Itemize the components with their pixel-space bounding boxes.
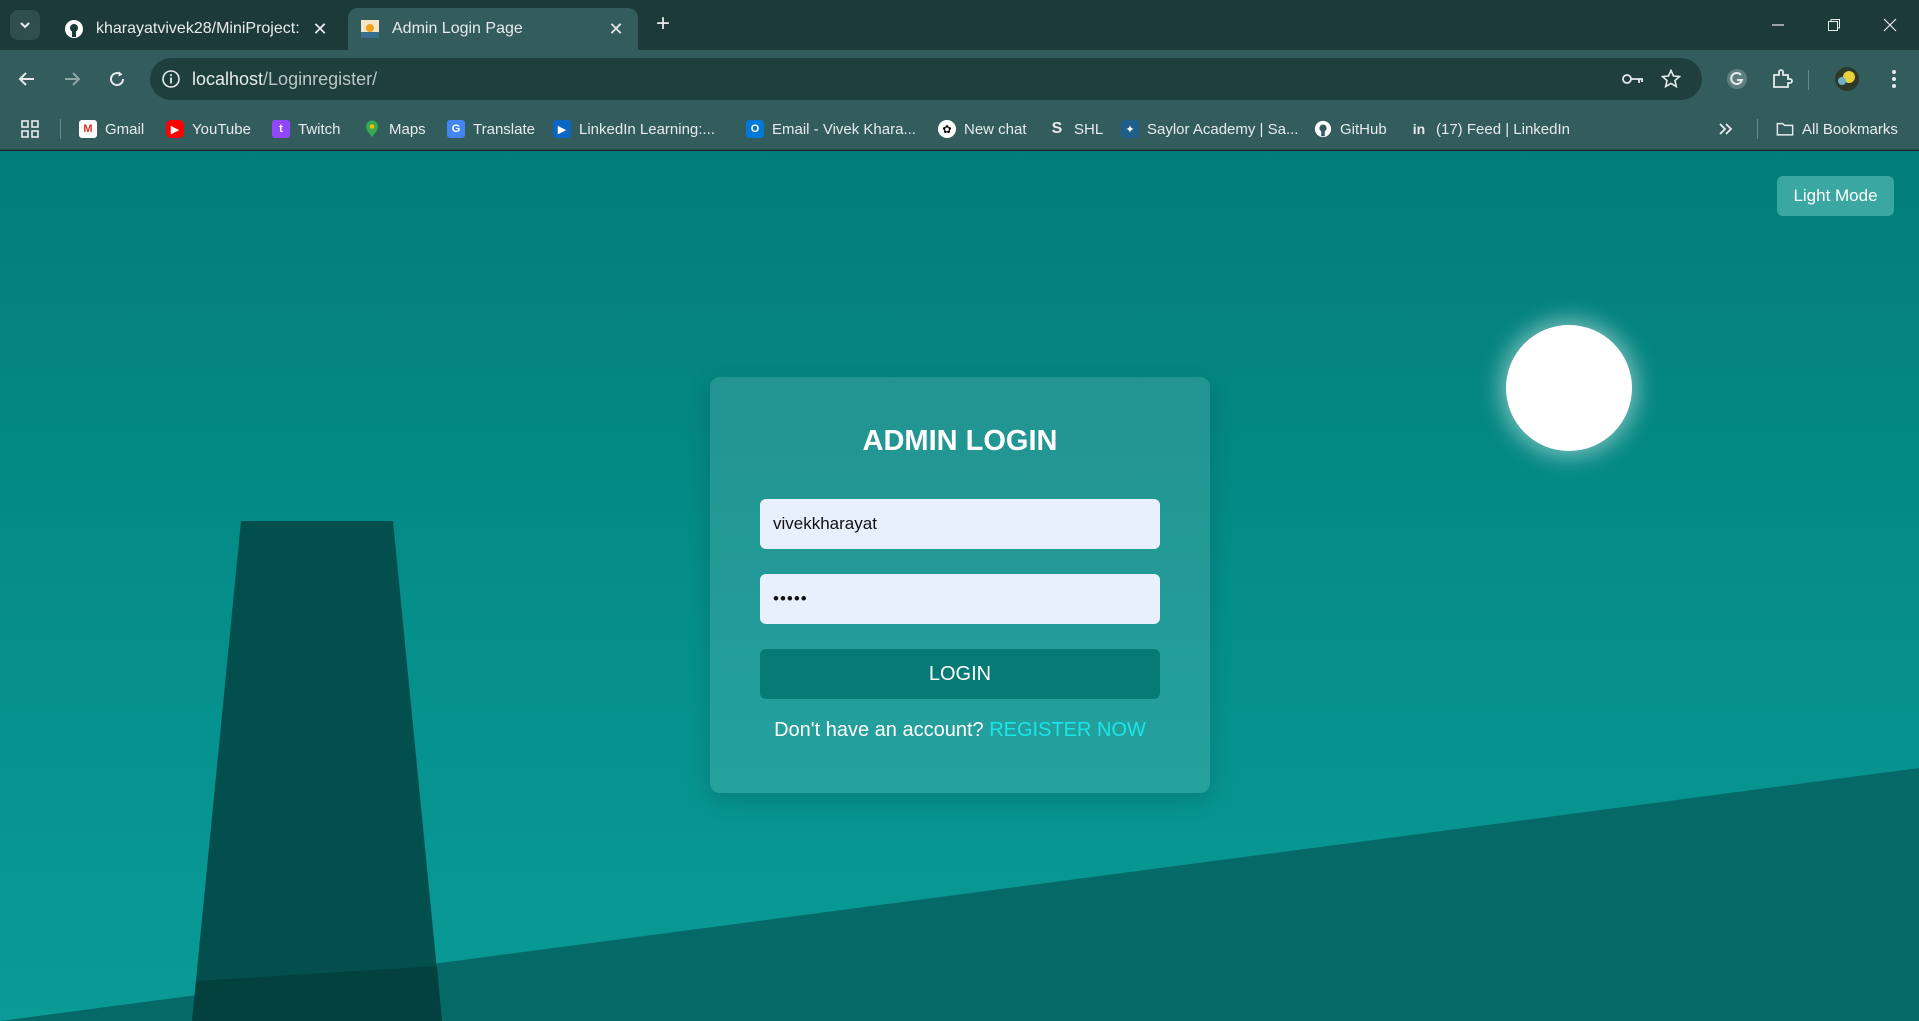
- tab-title: kharayatvivek28/MiniProject: M: [96, 20, 302, 37]
- address-bar[interactable]: localhost/Loginregister/: [150, 58, 1702, 100]
- grammarly-extension-icon[interactable]: [1722, 64, 1752, 94]
- bookmark-label: SHL: [1074, 120, 1104, 138]
- bookmarks-divider: [1757, 119, 1758, 139]
- bookmark-label: Email - Vivek Khara...: [772, 120, 916, 138]
- restore-button[interactable]: [1814, 10, 1854, 40]
- toolbar-divider: [1808, 70, 1809, 90]
- url-path: /Loginregister/: [263, 68, 378, 89]
- all-bookmarks-button[interactable]: All Bookmarks: [1776, 108, 1898, 150]
- url-text: localhost/Loginregister/: [192, 69, 377, 90]
- profile-avatar[interactable]: [1832, 64, 1862, 94]
- close-icon: [1883, 18, 1897, 32]
- restore-icon: [1828, 19, 1840, 31]
- linkedin-icon: in: [1412, 121, 1426, 137]
- github-icon: [1314, 120, 1332, 138]
- youtube-icon: ▶: [166, 120, 184, 138]
- minimize-button[interactable]: [1758, 10, 1798, 40]
- chevron-down-icon: [20, 22, 30, 29]
- close-icon[interactable]: ✕: [310, 19, 330, 39]
- reload-icon: [110, 71, 125, 87]
- bookmarks-bar: M Gmail ▶ YouTube t Twitch Maps G Transl…: [0, 108, 1919, 150]
- bookmark-maps[interactable]: Maps: [363, 108, 426, 150]
- bookmark-translate[interactable]: G Translate: [447, 108, 535, 150]
- linkedin-learning-icon: ▶: [553, 120, 571, 138]
- bookmarks-divider: [60, 119, 61, 139]
- bookmark-label: Twitch: [298, 120, 341, 138]
- folder-icon: [1776, 120, 1794, 138]
- bookmark-linkedin-learning[interactable]: ▶ LinkedIn Learning:...: [553, 108, 715, 150]
- chatgpt-icon: ✿: [938, 120, 956, 138]
- gmail-icon: M: [79, 120, 97, 138]
- shl-icon: S: [1051, 120, 1063, 137]
- username-input[interactable]: vivekkharayat: [760, 499, 1160, 549]
- password-input[interactable]: •••••: [760, 574, 1160, 624]
- register-now-link[interactable]: REGISTER NOW: [989, 719, 1146, 741]
- back-button[interactable]: [12, 64, 42, 94]
- reload-button[interactable]: [102, 64, 132, 94]
- tab-admin-login[interactable]: Admin Login Page ✕: [348, 8, 638, 50]
- saylor-icon: ✦: [1121, 120, 1139, 138]
- more-bookmarks-icon[interactable]: [1718, 108, 1734, 150]
- all-bookmarks-label: All Bookmarks: [1802, 120, 1898, 138]
- new-tab-button[interactable]: +: [650, 12, 676, 38]
- bookmark-youtube[interactable]: ▶ YouTube: [166, 108, 251, 150]
- bookmark-gmail[interactable]: M Gmail: [79, 108, 144, 150]
- bookmark-label: YouTube: [192, 120, 251, 138]
- bookmark-new-chat[interactable]: ✿ New chat: [938, 108, 1027, 150]
- bookmark-label: Gmail: [105, 120, 145, 138]
- bookmark-star-icon[interactable]: [1658, 66, 1684, 92]
- url-host: localhost: [192, 68, 264, 89]
- moon-decoration: [1506, 325, 1632, 451]
- bookmark-label: GitHub: [1340, 120, 1387, 138]
- menu-kebab-icon[interactable]: [1879, 64, 1909, 94]
- password-key-icon[interactable]: [1620, 66, 1646, 92]
- extensions-puzzle-icon[interactable]: [1767, 64, 1797, 94]
- bookmark-label: (17) Feed | LinkedIn: [1436, 120, 1570, 138]
- tab-title: Admin Login Page: [392, 20, 523, 37]
- bookmark-linkedin-feed[interactable]: in (17) Feed | LinkedIn: [1410, 108, 1570, 150]
- apps-grid-icon[interactable]: [20, 108, 40, 150]
- tab-github[interactable]: kharayatvivek28/MiniProject: M ✕: [52, 8, 342, 50]
- close-icon[interactable]: ✕: [606, 19, 626, 39]
- tab-strip: kharayatvivek28/MiniProject: M ✕ Admin L…: [0, 0, 1919, 50]
- login-card: ADMIN LOGIN vivekkharayat ••••• LOGIN Do…: [710, 377, 1210, 793]
- github-icon: [64, 19, 84, 39]
- maps-icon: [363, 120, 381, 138]
- bookmark-email[interactable]: O Email - Vivek Khara...: [746, 108, 916, 150]
- bookmark-github[interactable]: GitHub: [1314, 108, 1387, 150]
- outlook-icon: O: [746, 120, 764, 138]
- sun-favicon-icon: [360, 19, 380, 39]
- login-button[interactable]: LOGIN: [760, 649, 1160, 699]
- tower-silhouette: [192, 521, 442, 1021]
- bookmark-saylor[interactable]: ✦ Saylor Academy | Sa...: [1121, 108, 1298, 150]
- twitch-icon: t: [272, 120, 290, 138]
- login-page: Light Mode ADMIN LOGIN vivekkharayat •••…: [0, 151, 1919, 1021]
- minimize-icon: [1772, 24, 1784, 26]
- browser-toolbar: localhost/Loginregister/: [0, 50, 1919, 108]
- light-mode-toggle-button[interactable]: Light Mode: [1777, 176, 1894, 216]
- bookmark-label: LinkedIn Learning:...: [579, 120, 715, 138]
- arrow-right-icon: [65, 72, 81, 86]
- login-title: ADMIN LOGIN: [862, 425, 1058, 457]
- bookmark-label: Translate: [473, 120, 535, 138]
- arrow-left-icon: [18, 72, 34, 86]
- site-info-icon[interactable]: [150, 58, 192, 100]
- bookmark-twitch[interactable]: t Twitch: [272, 108, 341, 150]
- register-prompt-text: Don't have an account?: [774, 719, 984, 741]
- tab-search-button[interactable]: [10, 10, 40, 40]
- close-window-button[interactable]: [1870, 10, 1910, 40]
- forward-button[interactable]: [57, 64, 87, 94]
- translate-icon: G: [447, 120, 465, 138]
- bookmark-label: Maps: [389, 120, 426, 138]
- bookmark-label: Saylor Academy | Sa...: [1147, 120, 1299, 138]
- register-prompt: Don't have an account? REGISTER NOW: [710, 719, 1210, 742]
- bookmark-shl[interactable]: S SHL: [1048, 108, 1104, 150]
- bookmark-label: New chat: [964, 120, 1027, 138]
